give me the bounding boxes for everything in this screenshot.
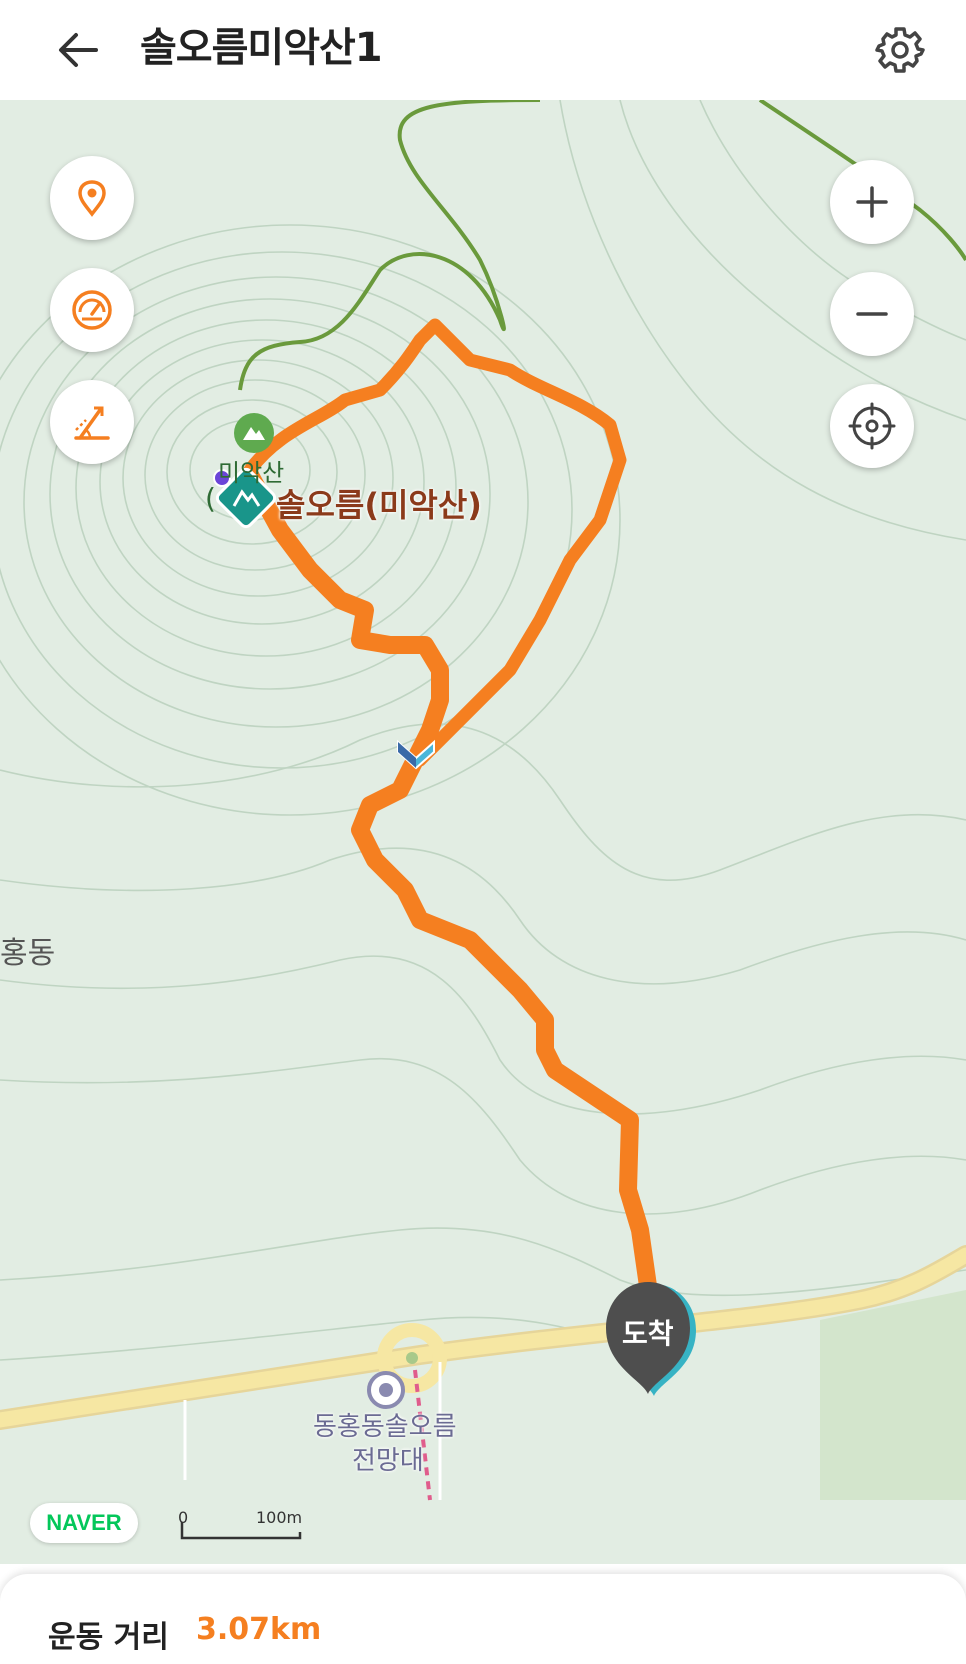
map-view[interactable]: 미악산 ( 솔오름(미악산) 홍동 동홍동솔오름 전망대 도착 NAVER 0 … [0,100,966,1564]
zoom-in-button[interactable] [830,160,914,244]
settings-button[interactable] [872,22,928,78]
current-location-icon [848,402,896,450]
park-area [820,1290,966,1500]
mountain-icon [234,413,274,453]
arrival-label: 도착 [622,1317,674,1350]
zoom-in-icon [856,186,888,218]
summary-panel: 운동 거리 3.07km [0,1574,966,1664]
slope-icon [74,406,110,440]
distance-value: 3.07km [196,1612,322,1647]
arrival-pin[interactable]: 도착 [600,1276,696,1400]
district-label: 홍동 [0,936,56,971]
back-button[interactable] [50,22,106,78]
viewpoint-icon [367,1371,405,1409]
zoom-out-button[interactable] [830,272,914,356]
arrow-left-icon [59,33,98,67]
scale-distance: 100m [256,1508,303,1527]
peak-label-main: 솔오름(미악산) [276,486,482,524]
zoom-out-icon [856,312,888,316]
map-canvas [0,100,966,1501]
scale-bar: 0 100m [178,1508,308,1548]
naver-logo: NAVER [30,1503,138,1543]
roundabout-center [406,1352,418,1364]
peak-label-top: 미악산 [218,459,285,487]
viewpoint-label-line2: 전망대 [352,1446,424,1476]
page-title: 솔오름미악산1 [140,25,383,71]
hiking-trail [238,100,541,391]
current-location-button[interactable] [830,384,914,468]
viewpoint-label-line1: 동홍동솔오름 [313,1412,457,1442]
location-pin-button[interactable] [50,156,134,240]
gear-icon [875,27,925,73]
distance-label: 운동 거리 [48,1620,169,1655]
location-pin-icon [78,180,106,217]
scale-zero: 0 [178,1508,189,1527]
peak-label-paren: ( [205,482,216,515]
route-line [241,466,659,1309]
speed-button[interactable] [50,268,134,352]
slope-button[interactable] [50,380,134,464]
speedometer-icon [72,290,112,330]
header-bar: 솔오름미악산1 [0,0,966,100]
